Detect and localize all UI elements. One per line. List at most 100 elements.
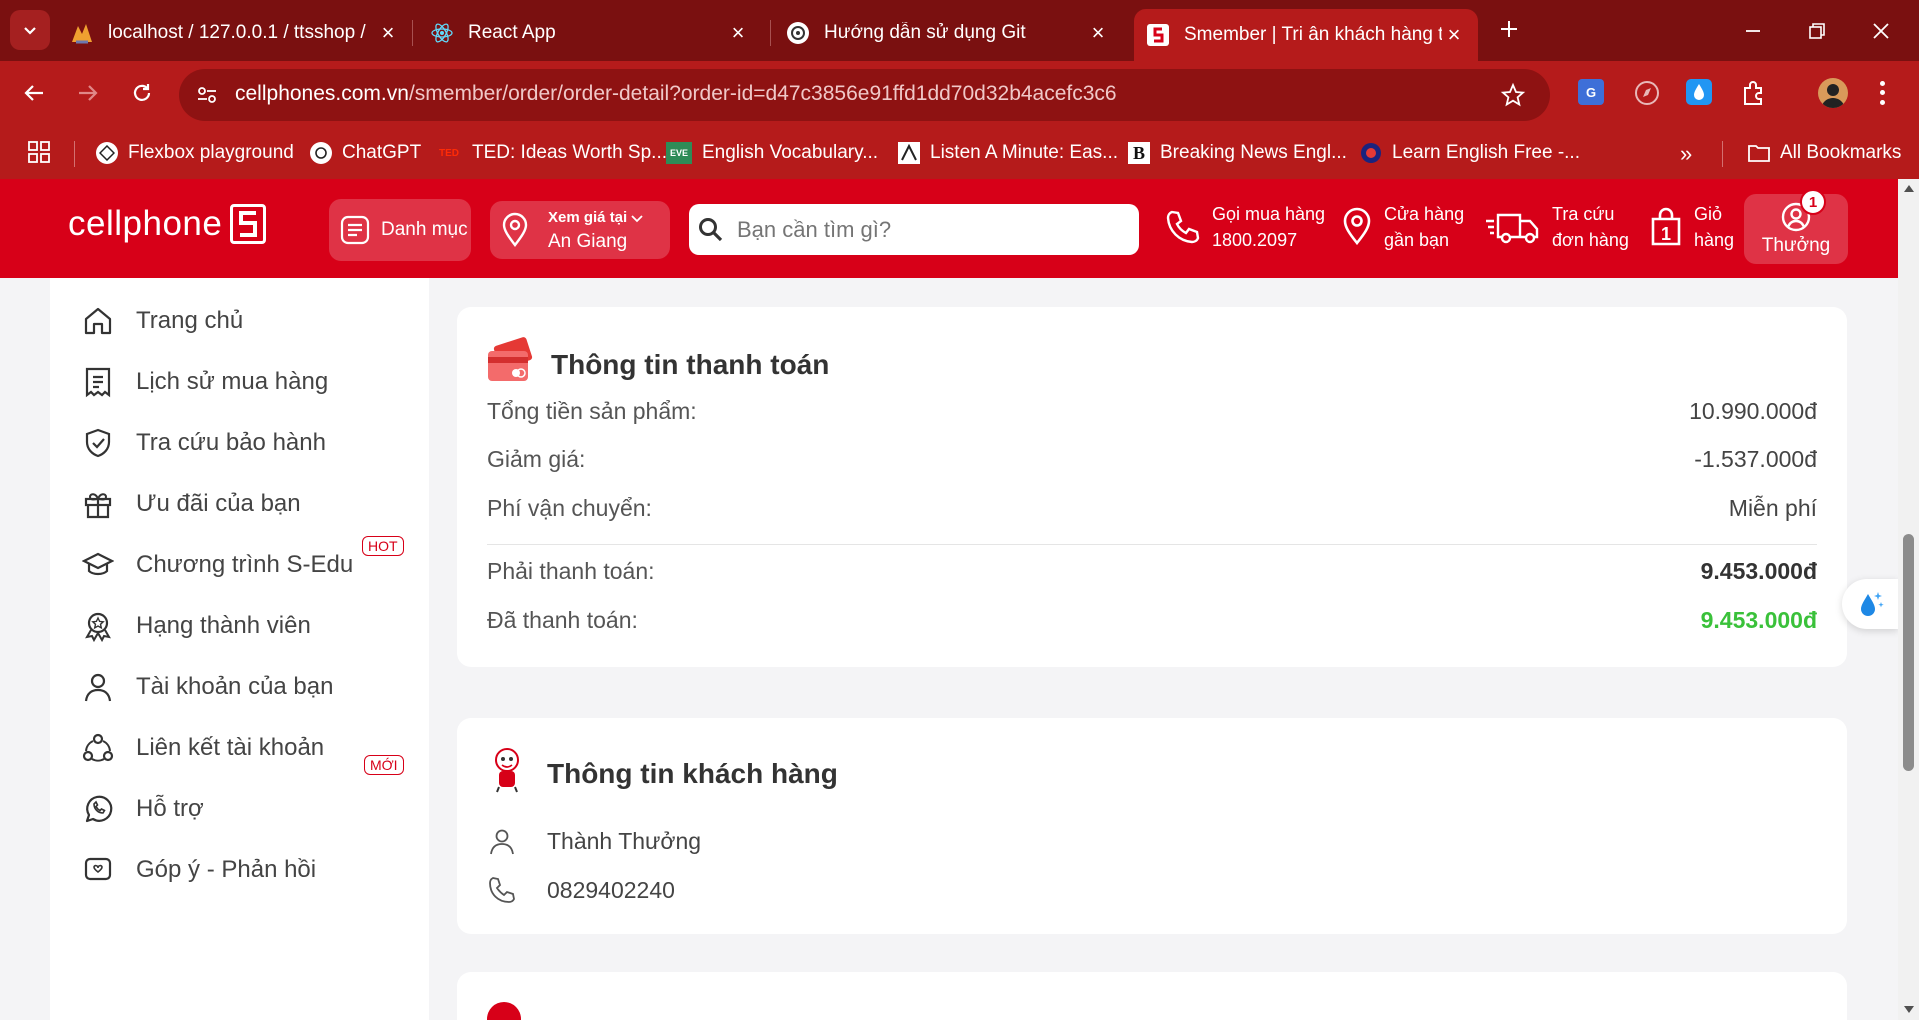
- reload-icon: [133, 84, 151, 101]
- browser-menu-icon[interactable]: [1876, 79, 1888, 107]
- tab-phpmyadmin[interactable]: localhost / 127.0.0.1 / ttsshop / ×: [70, 8, 400, 57]
- arrow-right-icon: [79, 85, 98, 101]
- notification-badge: 1: [1800, 189, 1826, 215]
- url-text: cellphones.com.vn/smember/order/order-de…: [235, 82, 1117, 106]
- tab-react-app[interactable]: React App ×: [430, 8, 750, 57]
- new-tab-button[interactable]: [1494, 14, 1524, 44]
- tab-smember[interactable]: Smember | Tri ân khách hàng th ×: [1134, 9, 1478, 61]
- account-button[interactable]: 1 Thưởng: [1744, 189, 1848, 264]
- cart-button[interactable]: 1 Giỏ hàng: [1650, 201, 1734, 253]
- location-caption: Xem giá tại: [548, 209, 628, 226]
- close-window-button[interactable]: [1866, 16, 1896, 46]
- close-icon[interactable]: ×: [1442, 22, 1466, 47]
- forward-button[interactable]: [72, 77, 104, 109]
- more-bookmarks-icon[interactable]: »: [1680, 141, 1692, 167]
- sidebar-item-warranty[interactable]: Tra cứu bảo hành: [80, 418, 420, 468]
- user-circle-icon: 1: [1780, 189, 1826, 233]
- bookmarks-bar: Flexbox playground ChatGPT TED TED: Idea…: [0, 127, 1919, 179]
- next-info-card: [457, 972, 1847, 1020]
- profile-avatar[interactable]: [1818, 78, 1848, 108]
- ted-icon: TED: [439, 147, 459, 159]
- scroll-up-arrow[interactable]: [1904, 185, 1914, 192]
- scroll-down-arrow[interactable]: [1904, 1006, 1914, 1013]
- tab-title: Smember | Tri ân khách hàng th: [1184, 24, 1442, 45]
- cart-caption: Giỏ: [1694, 204, 1723, 224]
- sidebar-item-label: Lịch sử mua hàng: [136, 368, 329, 395]
- hotline-button[interactable]: Gọi mua hàng 1800.2097: [1164, 201, 1325, 253]
- lookup-caption-2: đơn hàng: [1552, 230, 1629, 250]
- listen-icon: [898, 142, 920, 164]
- hotline-number: 1800.2097: [1212, 230, 1298, 250]
- sidebar-item-membership[interactable]: Hạng thành viên: [80, 601, 420, 651]
- close-icon[interactable]: ×: [1086, 20, 1110, 45]
- gift-icon: [80, 486, 116, 522]
- close-icon: [1873, 23, 1889, 39]
- award-icon: [80, 608, 116, 644]
- sidebar-item-offers[interactable]: Ưu đãi của bạn: [80, 479, 420, 529]
- shopping-bag-icon: 1: [1650, 207, 1682, 247]
- store-locator-button[interactable]: Cửa hàng gần bạn: [1340, 201, 1464, 253]
- bookmark-listen-a-minute[interactable]: Listen A Minute: Eas...: [898, 139, 1118, 167]
- floating-chat-widget[interactable]: [1842, 579, 1898, 629]
- mascot-icon: [487, 746, 527, 794]
- sidebar-item-support[interactable]: Hỗ trợ: [80, 784, 420, 834]
- map-pin-icon: [1343, 207, 1371, 246]
- credit-card-icon: [486, 337, 536, 387]
- extensions-puzzle-icon[interactable]: [1740, 79, 1768, 107]
- bookmark-label: Listen A Minute: Eas...: [930, 142, 1118, 163]
- user-icon: [490, 829, 514, 855]
- minimize-button[interactable]: [1738, 16, 1768, 46]
- location-pin-icon: [500, 212, 532, 248]
- plus-icon: [1501, 21, 1517, 37]
- bookmark-label: All Bookmarks: [1780, 142, 1902, 163]
- close-icon[interactable]: ×: [726, 20, 750, 45]
- bookmark-chatgpt[interactable]: ChatGPT: [310, 139, 421, 167]
- shield-check-icon: [80, 425, 116, 461]
- bookmark-ted[interactable]: TED TED: Ideas Worth Sp...: [436, 139, 667, 167]
- apps-grid-icon[interactable]: [28, 141, 50, 163]
- site-info-icon[interactable]: [193, 81, 221, 109]
- sidebar-item-feedback[interactable]: Góp ý - Phản hồi: [80, 845, 420, 895]
- compass-extension-icon[interactable]: [1633, 79, 1661, 107]
- bookmark-label: Flexbox playground: [128, 142, 294, 163]
- page-scrollbar[interactable]: [1898, 179, 1919, 1020]
- sidebar-item-label: Chương trình S-Edu: [136, 551, 354, 578]
- url-path: /smember/order/order-detail?order-id=d47…: [408, 82, 1117, 105]
- all-bookmarks-button[interactable]: All Bookmarks: [1748, 139, 1901, 167]
- amount-paid-value: 9.453.000đ: [1700, 606, 1817, 633]
- bookmark-star-icon[interactable]: [1500, 82, 1526, 108]
- amount-due-value: 9.453.000đ: [1700, 557, 1817, 584]
- scrollbar-thumb[interactable]: [1903, 534, 1914, 771]
- react-icon: [430, 21, 454, 45]
- tab-title: React App: [468, 21, 556, 43]
- sidebar-item-home[interactable]: Trang chủ: [80, 296, 420, 346]
- browser-tab-strip: localhost / 127.0.0.1 / ttsshop / × Reac…: [0, 0, 1919, 61]
- bookmark-learn-english[interactable]: Learn English Free -...: [1360, 139, 1580, 167]
- amount-due-label: Phải thanh toán:: [487, 557, 655, 584]
- restore-button[interactable]: [1802, 16, 1832, 46]
- bookmark-flexbox[interactable]: Flexbox playground: [96, 139, 294, 167]
- sidebar-item-account[interactable]: Tài khoản của bạn: [80, 662, 420, 712]
- close-icon[interactable]: ×: [376, 20, 400, 45]
- tab-git-guide[interactable]: Hướng dẫn sử dụng Git ×: [786, 8, 1110, 57]
- subtotal-row: Tổng tiền sản phẩm: 10.990.000đ: [487, 395, 1817, 427]
- store-caption: Cửa hàng: [1384, 204, 1465, 224]
- search-input[interactable]: [737, 216, 1117, 243]
- bookmark-english-vocabulary[interactable]: EVE English Vocabulary...: [666, 139, 878, 167]
- bookmark-breaking-news[interactable]: B Breaking News Engl...: [1128, 139, 1347, 167]
- translate-extension-icon[interactable]: G: [1578, 79, 1604, 105]
- tab-title: localhost / 127.0.0.1 / ttsshop /: [108, 21, 366, 43]
- tab-search-button[interactable]: [10, 10, 50, 50]
- amount-paid-label: Đã thanh toán:: [487, 606, 638, 633]
- sidebar-item-order-history[interactable]: Lịch sử mua hàng: [80, 357, 420, 407]
- category-menu-button[interactable]: Danh mục: [329, 199, 471, 261]
- location-selector[interactable]: Xem giá tại An Giang: [490, 201, 670, 259]
- smember-icon: [1146, 23, 1170, 47]
- back-button[interactable]: [18, 77, 50, 109]
- reload-button[interactable]: [126, 77, 158, 109]
- cart-caption-2: hàng: [1694, 230, 1735, 250]
- cellphones-logo[interactable]: cellphone: [68, 201, 267, 247]
- water-drop-extension-icon[interactable]: [1686, 79, 1712, 105]
- order-lookup-button[interactable]: Tra cứu đơn hàng: [1484, 201, 1629, 253]
- location-value: An Giang: [548, 231, 628, 252]
